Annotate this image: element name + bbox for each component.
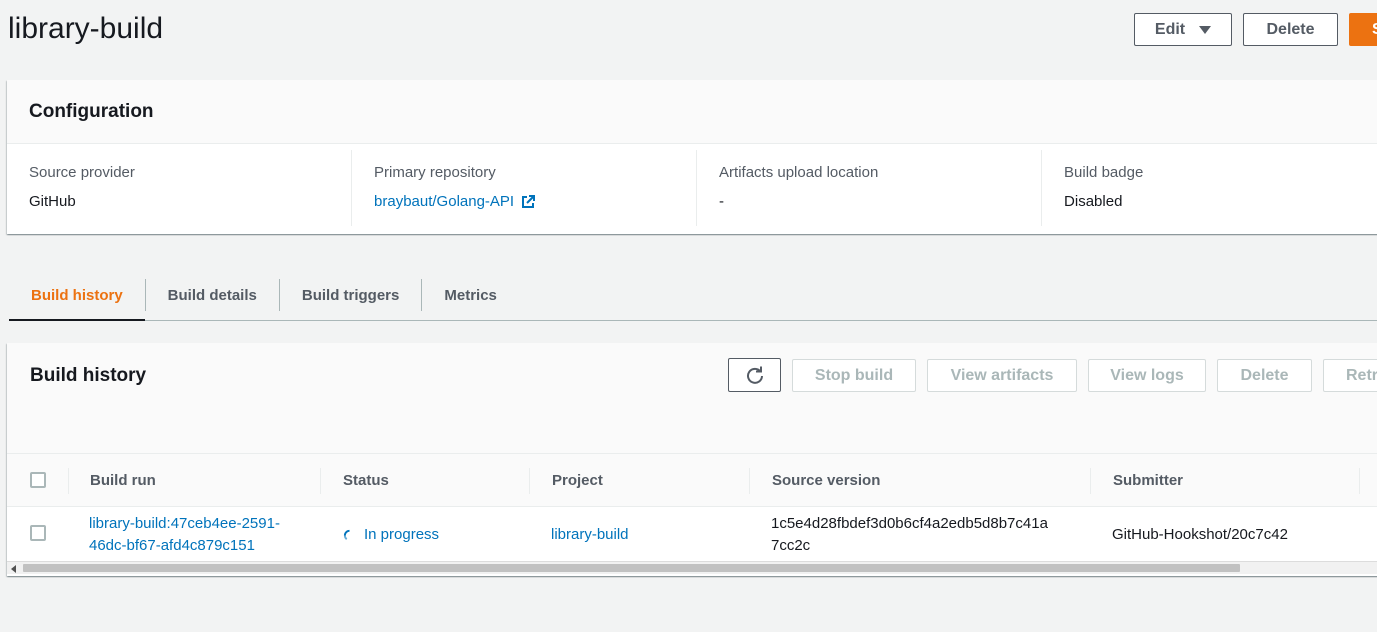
column-build-run[interactable]: Build run: [90, 454, 156, 507]
delete-project-button[interactable]: Delete: [1243, 13, 1338, 46]
primary-repository-value: braybaut/Golang-API: [374, 193, 515, 210]
configuration-title: Configuration: [29, 100, 154, 122]
configuration-panel: Configuration Source provider GitHub Pri…: [7, 80, 1377, 234]
column-divider: [749, 468, 750, 494]
source-provider-field: Source provider GitHub: [7, 150, 353, 226]
page-title: library-build: [8, 12, 164, 45]
build-badge-field: Build badge Disabled: [1042, 150, 1377, 226]
source-version-line2: 7cc2c: [771, 537, 811, 554]
source-provider-value: GitHub: [29, 193, 76, 210]
stop-build-button[interactable]: Stop build: [792, 359, 916, 392]
table-row: library-build:47ceb4ee-2591- 46dc-bf67-a…: [7, 507, 1377, 561]
build-history-panel: Build history Stop build View artifacts …: [7, 343, 1377, 576]
project-tabs: Build history Build details Build trigge…: [9, 270, 1377, 321]
column-status[interactable]: Status: [343, 454, 389, 507]
column-source-version[interactable]: Source version: [772, 454, 880, 507]
source-provider-label: Source provider: [29, 164, 135, 181]
edit-button-label: Edit: [1154, 20, 1186, 38]
build-run-line1: library-build:47ceb4ee-2591-: [89, 515, 280, 532]
build-history-header: Build history Stop build View artifacts …: [7, 343, 1377, 453]
delete-build-button[interactable]: Delete: [1217, 359, 1312, 392]
project-link[interactable]: library-build: [551, 524, 629, 546]
spinner-icon: [343, 529, 350, 540]
tab-build-history[interactable]: Build history: [9, 270, 145, 321]
column-divider: [68, 468, 69, 494]
view-logs-button[interactable]: View logs: [1088, 359, 1206, 392]
submitter-value: GitHub-Hookshot/20c7c42: [1112, 526, 1288, 543]
build-badge-value: Disabled: [1064, 193, 1123, 210]
start-build-button[interactable]: S: [1349, 13, 1377, 46]
primary-repository-field: Primary repository braybaut/Golang-API: [352, 150, 698, 226]
build-badge-label: Build badge: [1064, 164, 1144, 181]
row-select-checkbox[interactable]: [30, 525, 46, 541]
column-divider: [1359, 468, 1360, 494]
artifacts-location-label: Artifacts upload location: [719, 164, 879, 181]
caret-down-icon: [1199, 25, 1212, 34]
view-artifacts-button[interactable]: View artifacts: [927, 359, 1077, 392]
artifacts-location-field: Artifacts upload location -: [697, 150, 1043, 226]
select-all-checkbox[interactable]: [30, 472, 46, 488]
retry-build-button[interactable]: Retr: [1323, 359, 1377, 392]
edit-dropdown-button[interactable]: Edit: [1134, 13, 1232, 46]
primary-repository-link[interactable]: braybaut/Golang-API: [374, 193, 536, 210]
artifacts-location-value: -: [719, 193, 725, 210]
column-submitter[interactable]: Submitter: [1113, 454, 1183, 507]
refresh-icon: [746, 366, 763, 384]
configuration-header: Configuration: [7, 80, 1377, 144]
scroll-left-icon[interactable]: [11, 565, 16, 573]
column-divider: [1090, 468, 1091, 494]
configuration-fields: Source provider GitHub Primary repositor…: [7, 144, 1377, 234]
table-header: Build run Status Project Source version …: [7, 453, 1377, 507]
source-version-line1: 1c5e4d28fbdef3d0b6cf4a2edb5d8b7c41a: [771, 515, 1048, 532]
horizontal-scrollbar[interactable]: [7, 561, 1377, 574]
build-run-line2: 46dc-bf67-afd4c879c151: [89, 537, 255, 554]
status-cell: In progress: [343, 524, 439, 546]
column-divider: [529, 468, 530, 494]
build-history-title: Build history: [30, 365, 147, 386]
column-project[interactable]: Project: [552, 454, 603, 507]
tab-metrics[interactable]: Metrics: [422, 270, 519, 320]
tab-build-details[interactable]: Build details: [146, 270, 279, 320]
tab-build-triggers[interactable]: Build triggers: [280, 270, 422, 320]
status-value: In progress: [364, 526, 440, 543]
column-divider: [320, 468, 321, 494]
primary-repository-label: Primary repository: [374, 164, 496, 181]
build-run-link[interactable]: library-build:47ceb4ee-2591- 46dc-bf67-a…: [89, 513, 280, 557]
refresh-button[interactable]: [728, 358, 781, 392]
external-link-icon: [522, 194, 536, 208]
source-version-cell: 1c5e4d28fbdef3d0b6cf4a2edb5d8b7c41a 7cc2…: [771, 513, 1048, 557]
scrollbar-thumb[interactable]: [23, 564, 1240, 572]
